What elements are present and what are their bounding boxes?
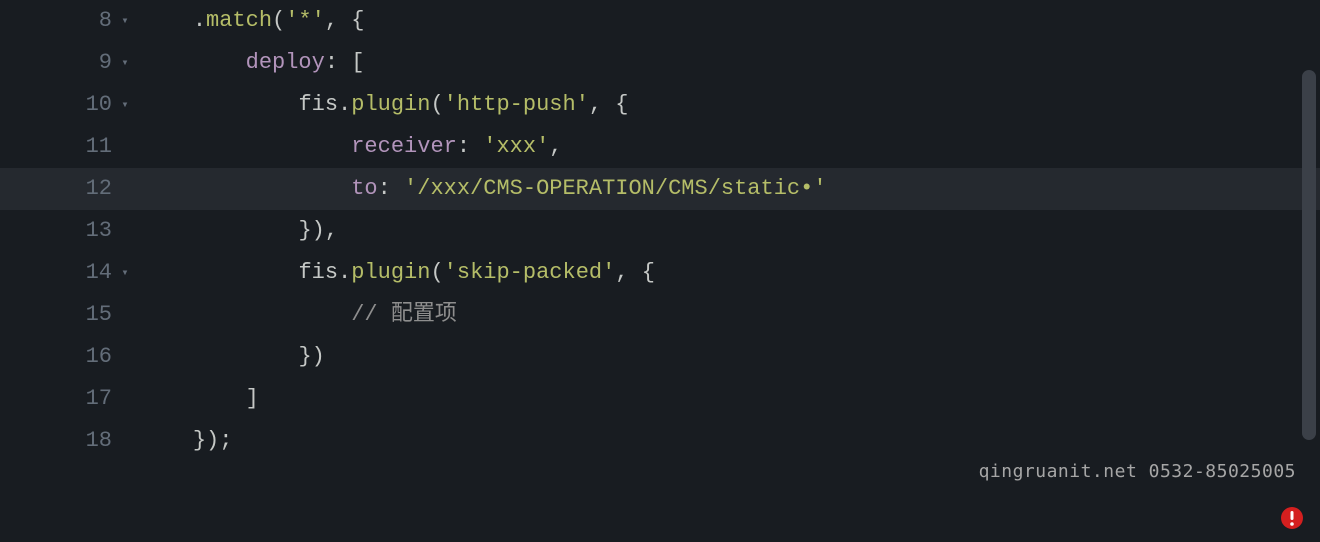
punct: : [ — [325, 50, 365, 75]
gutter: 13 — [0, 210, 140, 252]
gutter: 12 — [0, 168, 140, 210]
punct-dot: . — [193, 8, 206, 33]
string: '*' — [285, 8, 325, 33]
punct: : — [457, 134, 483, 159]
code-line[interactable]: 14 ▾ fis.plugin('skip-packed', { — [0, 252, 1320, 294]
code-line[interactable]: 11 receiver: 'xxx', — [0, 126, 1320, 168]
code-content[interactable]: }); — [140, 420, 232, 462]
indent — [140, 8, 193, 33]
code-content[interactable]: ] — [140, 378, 259, 420]
code-line-current[interactable]: 12 to: '/xxx/CMS-OPERATION/CMS/static•' — [0, 168, 1320, 210]
method-name: plugin — [351, 260, 430, 285]
indent — [140, 344, 298, 369]
punct-dot: . — [338, 260, 351, 285]
code-line[interactable]: 9 ▾ deploy: [ — [0, 42, 1320, 84]
punct: , { — [325, 8, 365, 33]
code-content[interactable]: .match('*', { — [140, 0, 364, 42]
error-icon[interactable] — [1280, 506, 1304, 530]
code-line[interactable]: 16 }) — [0, 336, 1320, 378]
indent — [140, 302, 351, 327]
gutter: 15 — [0, 294, 140, 336]
line-number: 14 — [86, 252, 116, 294]
code-editor[interactable]: 8 ▾ .match('*', { 9 ▾ deploy: [ 10 ▾ fis… — [0, 0, 1320, 542]
gutter: 10 ▾ — [0, 84, 140, 126]
punct: ] — [246, 386, 259, 411]
fold-icon[interactable]: ▾ — [116, 84, 134, 126]
line-number: 12 — [86, 168, 116, 210]
watermark-text: qingruanit.net 0532-85025005 — [979, 461, 1296, 482]
code-content[interactable]: to: '/xxx/CMS-OPERATION/CMS/static•' — [140, 168, 827, 210]
method-name: match — [206, 8, 272, 33]
line-number: 9 — [99, 42, 116, 84]
line-number: 17 — [86, 378, 116, 420]
line-number: 16 — [86, 336, 116, 378]
punct: ( — [430, 260, 443, 285]
indent — [140, 260, 298, 285]
gutter: 14 ▾ — [0, 252, 140, 294]
gutter: 18 — [0, 420, 140, 462]
code-line[interactable]: 18 }); — [0, 420, 1320, 462]
code-line[interactable]: 13 }), — [0, 210, 1320, 252]
indent — [140, 428, 193, 453]
code-content[interactable]: // 配置项 — [140, 294, 457, 336]
scrollbar[interactable] — [1302, 70, 1316, 440]
line-number: 18 — [86, 420, 116, 462]
indent — [140, 386, 246, 411]
gutter: 17 — [0, 378, 140, 420]
indent — [140, 50, 246, 75]
punct: : — [378, 176, 404, 201]
punct-dot: . — [338, 92, 351, 117]
gutter: 16 — [0, 336, 140, 378]
punct: }); — [193, 428, 233, 453]
code-content[interactable]: fis.plugin('http-push', { — [140, 84, 629, 126]
code-line[interactable]: 10 ▾ fis.plugin('http-push', { — [0, 84, 1320, 126]
string: 'xxx' — [483, 134, 549, 159]
identifier: fis — [298, 92, 338, 117]
line-number: 10 — [86, 84, 116, 126]
line-number: 8 — [99, 0, 116, 42]
punct: ( — [430, 92, 443, 117]
indent — [140, 218, 298, 243]
punct: ( — [272, 8, 285, 33]
code-content[interactable]: }), — [140, 210, 338, 252]
object-key: to — [351, 176, 377, 201]
fold-icon[interactable]: ▾ — [116, 42, 134, 84]
fold-icon[interactable]: ▾ — [116, 0, 134, 42]
string: 'skip-packed' — [444, 260, 616, 285]
code-content[interactable]: }) — [140, 336, 325, 378]
code-line[interactable]: 8 ▾ .match('*', { — [0, 0, 1320, 42]
punct: }), — [298, 218, 338, 243]
code-content[interactable]: receiver: 'xxx', — [140, 126, 562, 168]
gutter: 9 ▾ — [0, 42, 140, 84]
indent — [140, 92, 298, 117]
line-number: 11 — [86, 126, 116, 168]
gutter: 11 — [0, 126, 140, 168]
code-line[interactable]: 17 ] — [0, 378, 1320, 420]
line-number: 13 — [86, 210, 116, 252]
punct: , — [549, 134, 562, 159]
string: 'http-push' — [444, 92, 589, 117]
punct: , { — [589, 92, 629, 117]
code-content[interactable]: deploy: [ — [140, 42, 364, 84]
indent — [140, 176, 351, 201]
punct: }) — [298, 344, 324, 369]
comment: // 配置项 — [351, 302, 457, 327]
gutter: 8 ▾ — [0, 0, 140, 42]
method-name: plugin — [351, 92, 430, 117]
string: '/xxx/CMS-OPERATION/CMS/static•' — [404, 176, 826, 201]
punct: , { — [615, 260, 655, 285]
object-key: deploy — [246, 50, 325, 75]
indent — [140, 134, 351, 159]
code-line[interactable]: 15 // 配置项 — [0, 294, 1320, 336]
identifier: fis — [298, 260, 338, 285]
object-key: receiver — [351, 134, 457, 159]
fold-icon[interactable]: ▾ — [116, 252, 134, 294]
code-content[interactable]: fis.plugin('skip-packed', { — [140, 252, 655, 294]
line-number: 15 — [86, 294, 116, 336]
